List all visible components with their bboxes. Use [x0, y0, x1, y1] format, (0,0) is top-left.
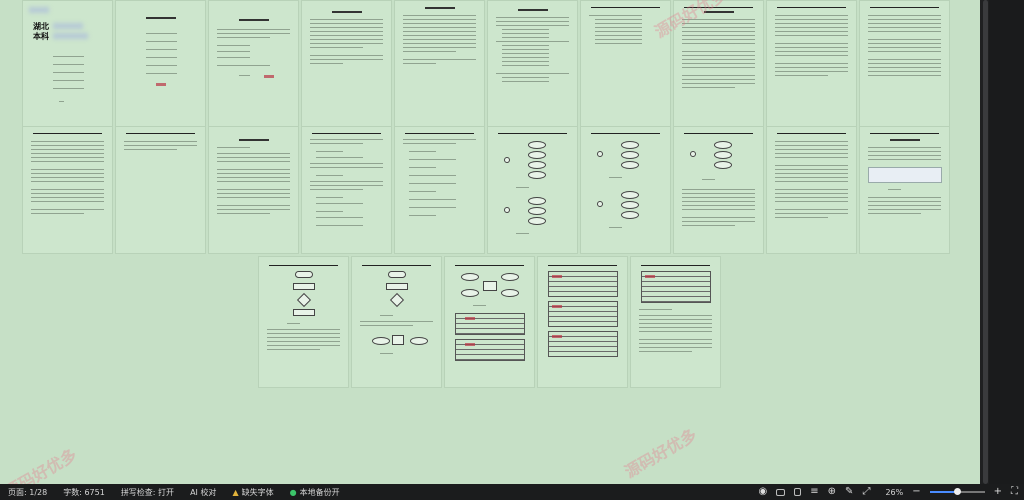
page-thumbnail[interactable] [537, 256, 628, 388]
page-thumbnail[interactable] [580, 126, 671, 254]
page-thumbnail[interactable] [115, 0, 206, 128]
missing-font-label: 缺失字体 [241, 487, 274, 497]
page-thumbnail[interactable] [351, 256, 442, 388]
zoom-slider[interactable] [929, 488, 985, 495]
page-thumbnail[interactable] [580, 0, 671, 128]
check-circle-icon: ● [289, 487, 297, 497]
watermark: 源码好优多 [1, 445, 81, 484]
zoom-level[interactable]: 26% [885, 488, 903, 497]
page-thumbnail[interactable] [630, 256, 721, 388]
page-thumbnail[interactable] [673, 126, 764, 254]
web-view-icon[interactable]: ⊕ [828, 487, 836, 497]
zoom-slider-knob[interactable] [954, 488, 962, 495]
page-indicator[interactable]: 页面: 1/28 [8, 487, 47, 498]
zoom-slider-fill [929, 491, 955, 493]
page-thumbnail[interactable] [859, 0, 950, 128]
page-thumbnail[interactable]: 湖北 本科 [22, 0, 113, 128]
zoom-out-icon[interactable]: − [912, 487, 920, 497]
page-thumbnail[interactable] [394, 0, 485, 128]
backup-label: 本地备份开 [299, 487, 340, 497]
spell-check-toggle[interactable]: 拼写检查: 打开 [121, 487, 174, 498]
warning-icon: ▲ [232, 487, 239, 497]
missing-font-button[interactable]: ▲ 缺失字体 [232, 487, 273, 498]
scrollbar-thumb[interactable] [983, 0, 988, 484]
vertical-scrollbar[interactable] [980, 0, 1024, 484]
page-thumbnail[interactable] [301, 0, 392, 128]
page-row-2 [22, 126, 950, 254]
page-thumbnail[interactable] [208, 126, 299, 254]
page-thumbnail[interactable] [115, 126, 206, 254]
outline-icon[interactable]: ≡ [810, 487, 818, 497]
page-thumbnail[interactable] [444, 256, 535, 388]
page-row-1: 湖北 本科 [22, 0, 950, 128]
page-view-icon[interactable] [794, 488, 802, 496]
page-thumbnail[interactable] [301, 126, 392, 254]
page-thumbnail[interactable] [22, 126, 113, 254]
zoom-in-icon[interactable]: + [994, 487, 1002, 497]
fit-icon[interactable]: ⤢ [862, 487, 870, 497]
document-canvas[interactable]: 湖北 本科 源码好优多 源码好优多 源码好优多 [0, 0, 980, 484]
cover-subtitle: 本科 [33, 32, 49, 41]
read-mode-icon[interactable] [776, 488, 786, 496]
eye-icon[interactable]: ◉ [759, 487, 768, 497]
ai-proofread-button[interactable]: AI 校对 [190, 487, 216, 498]
side-panel [989, 0, 1024, 484]
status-bar-right: ◉ ≡ ⊕ ✎ ⤢ 26% − + ⛶ [759, 484, 1018, 500]
page-thumbnail[interactable] [766, 0, 857, 128]
backup-button[interactable]: ● 本地备份开 [290, 487, 340, 498]
fullscreen-icon[interactable]: ⛶ [1011, 487, 1018, 497]
word-count[interactable]: 字数: 6751 [63, 487, 105, 498]
pen-icon[interactable]: ✎ [845, 487, 853, 497]
page-thumbnail[interactable] [487, 0, 578, 128]
page-thumbnail[interactable] [859, 126, 950, 254]
page-thumbnail[interactable] [208, 0, 299, 128]
page-thumbnail[interactable] [673, 0, 764, 128]
page-thumbnail[interactable] [766, 126, 857, 254]
page-thumbnail[interactable] [394, 126, 485, 254]
status-bar: 页面: 1/28 字数: 6751 拼写检查: 打开 AI 校对 ▲ 缺失字体 … [0, 484, 1024, 500]
watermark: 源码好优多 [621, 425, 701, 482]
page-thumbnail[interactable] [258, 256, 349, 388]
page-row-3 [258, 256, 721, 388]
page-thumbnail[interactable] [487, 126, 578, 254]
